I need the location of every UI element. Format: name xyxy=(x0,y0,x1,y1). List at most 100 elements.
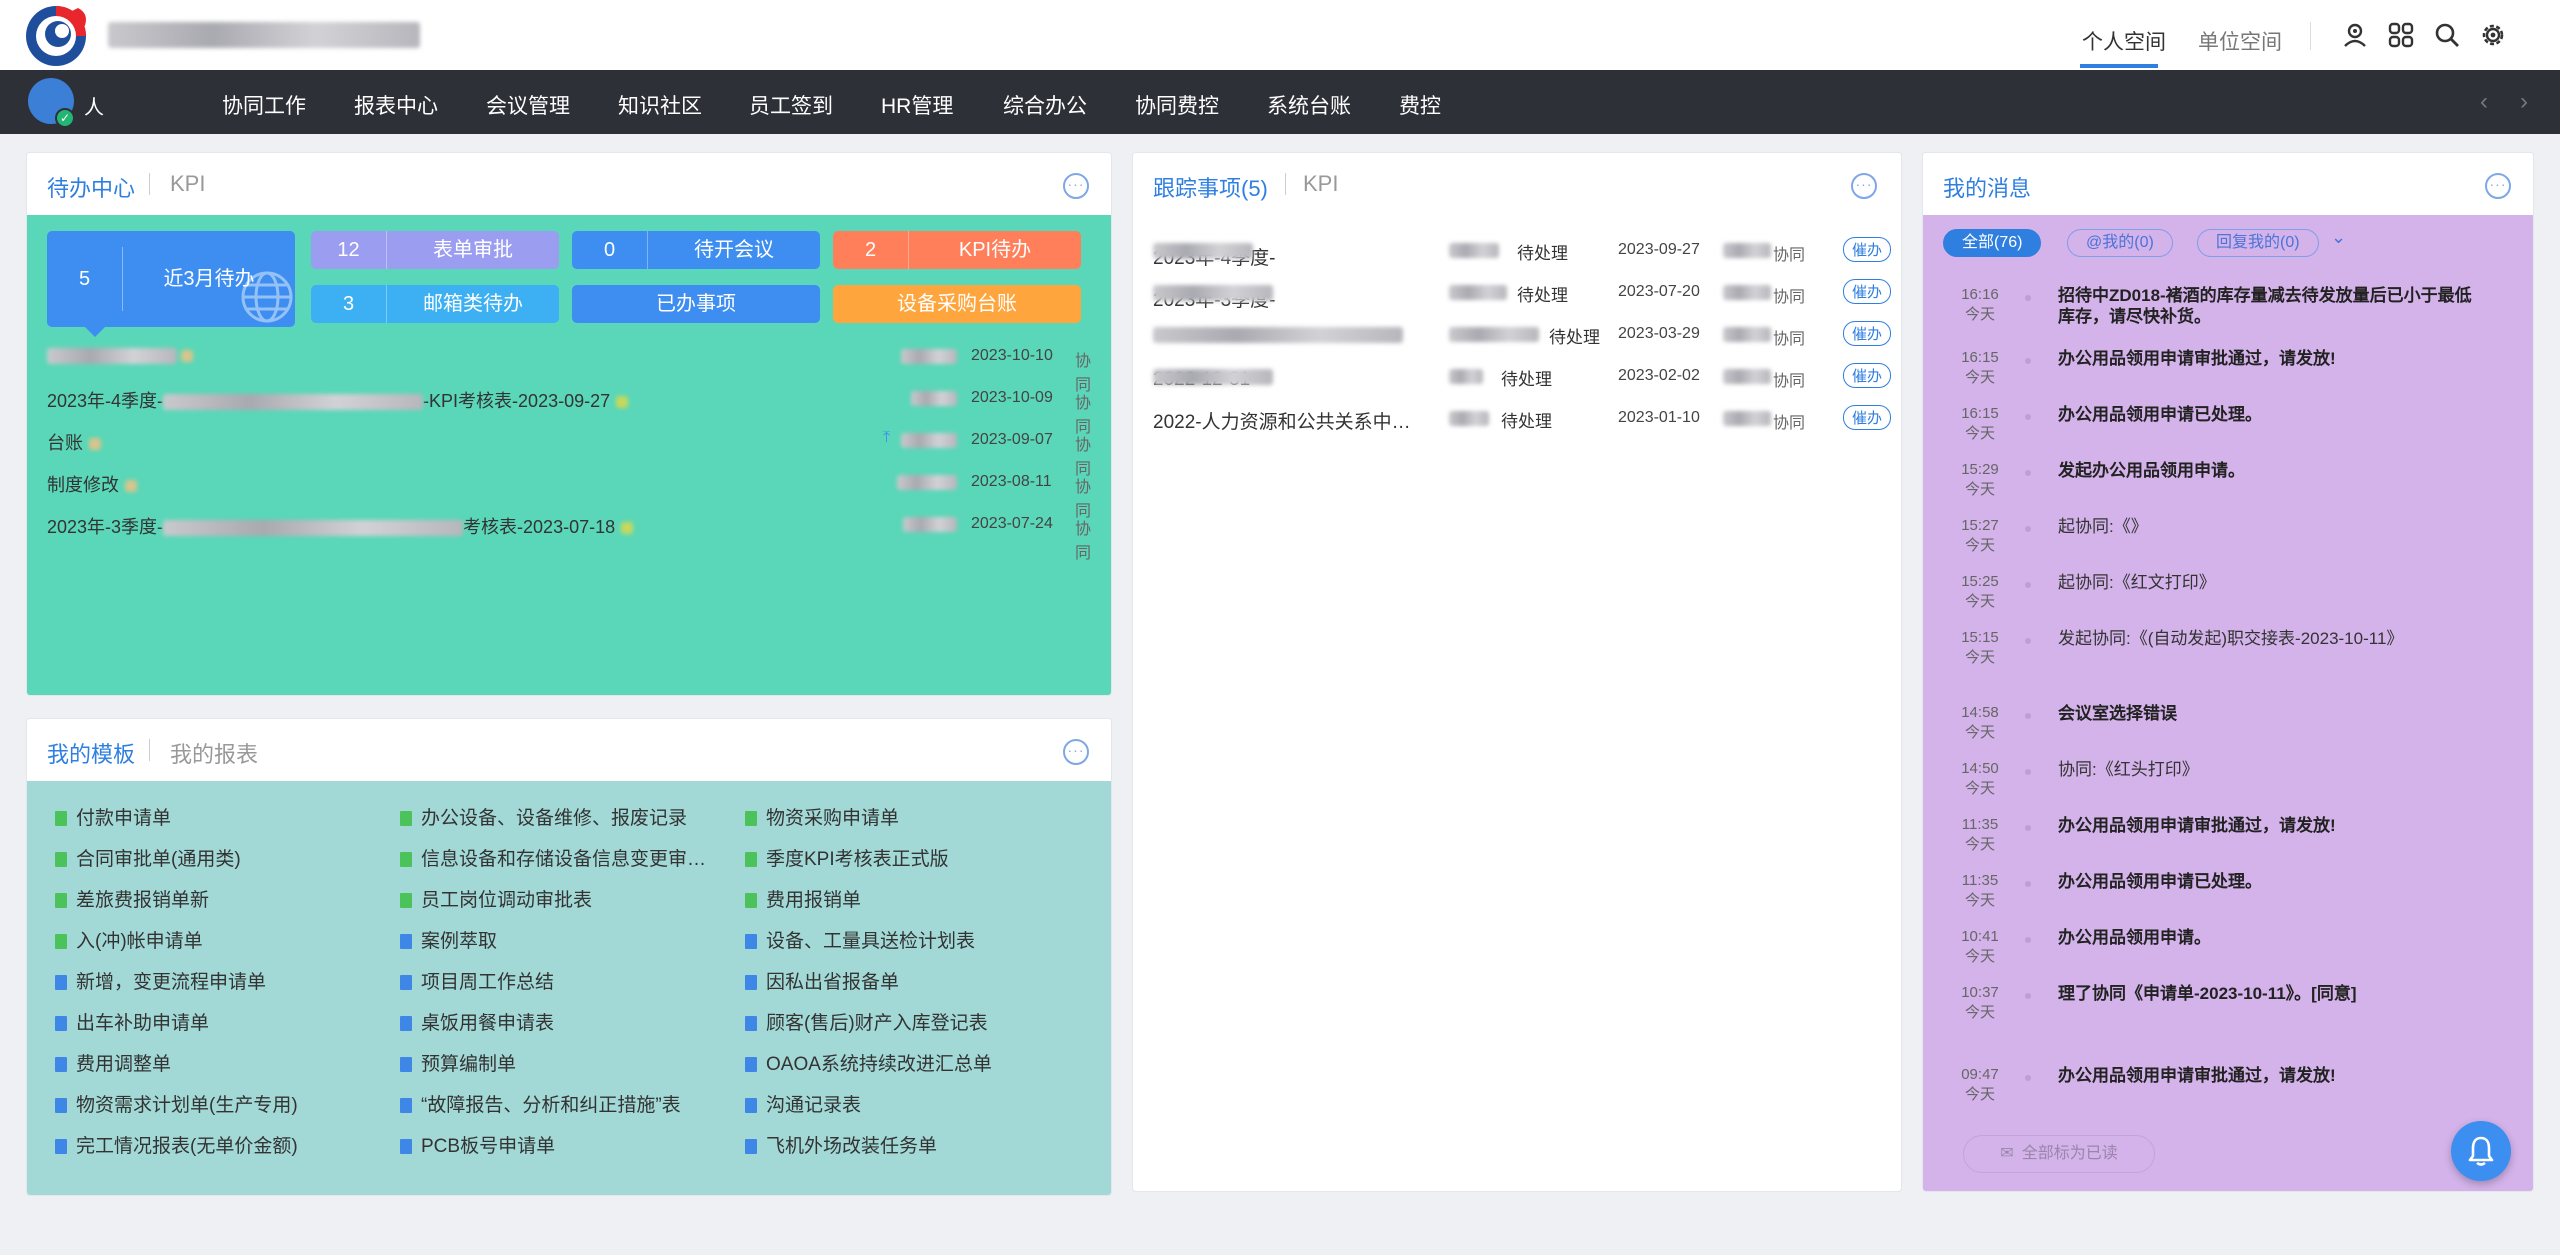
message-item[interactable]: 11:35 今天 办公用品领用申请审批通过，请发放! xyxy=(1943,815,2503,865)
template-item[interactable]: 差旅费报销单新 xyxy=(55,885,209,912)
template-item[interactable]: 顾客(售后)财产入库登记表 xyxy=(745,1008,988,1035)
template-item[interactable]: 项目周工作总结 xyxy=(400,967,554,994)
more-icon[interactable]: ··· xyxy=(1063,739,1089,765)
message-item[interactable]: 14:50 今天 协同:《红头打印》 xyxy=(1943,759,2503,809)
template-item[interactable]: 季度KPI考核表正式版 xyxy=(745,844,949,871)
tab-personal-space[interactable]: 个人空间 xyxy=(2082,26,2166,56)
more-icon[interactable]: ··· xyxy=(1851,173,1877,199)
chevron-right-icon[interactable]: › xyxy=(2520,88,2528,116)
message-item[interactable]: 15:29 今天 发起办公用品领用申请。 xyxy=(1943,460,2503,510)
nav-item-fee-control[interactable]: 费控 xyxy=(1399,90,1441,120)
tracking-row[interactable]: 2022-人力资源和公共关系中… 待处理 2023-01-10 协同 催办 xyxy=(1153,403,1901,433)
nav-item-collab[interactable]: 协同工作 xyxy=(222,90,306,120)
template-item[interactable]: 合同审批单(通用类) xyxy=(55,844,241,871)
done-items-tile[interactable]: 已办事项 xyxy=(572,285,820,323)
template-item[interactable]: 因私出省报备单 xyxy=(745,967,899,994)
message-item[interactable]: 16:16 今天 招待中ZD018-褚酒的库存量减去待发放量后已小于最低库存，请尽快… xyxy=(1943,285,2503,341)
mail-todo-tile[interactable]: 3 邮箱类待办 xyxy=(311,285,559,323)
template-item[interactable]: 案例萃取 xyxy=(400,926,497,953)
template-item[interactable]: 桌饭用餐申请表 xyxy=(400,1008,554,1035)
tracking-row[interactable]: 2023年-3季度- 待处理 2023-07-20 协同 催办 xyxy=(1153,277,1901,311)
template-item[interactable]: 预算编制单 xyxy=(400,1049,516,1076)
nav-item-expense-control[interactable]: 协同费控 xyxy=(1135,90,1219,120)
template-item[interactable]: 信息设备和存储设备信息变更审… xyxy=(400,844,706,871)
template-item[interactable]: 出车补助申请单 xyxy=(55,1008,209,1035)
tracking-row[interactable]: 待处理 2023-03-29 协同 催办 xyxy=(1153,319,1901,349)
tracking-row[interactable]: 2022-12-31- 待处理 2023-02-02 协同 催办 xyxy=(1153,361,1901,391)
form-approval-tile[interactable]: 12 表单审批 xyxy=(311,231,559,269)
urge-button[interactable]: 催办 xyxy=(1843,279,1892,304)
tab-todo-kpi[interactable]: KPI xyxy=(170,171,205,197)
tab-my-templates[interactable]: 我的模板 xyxy=(47,737,135,769)
apps-grid-icon[interactable] xyxy=(2386,20,2416,50)
template-item[interactable]: 沟通记录表 xyxy=(745,1090,861,1117)
online-check-icon: ✓ xyxy=(55,108,75,128)
template-item[interactable]: OAOA系统持续改进汇总单 xyxy=(745,1049,992,1076)
message-item[interactable]: 14:58 今天 会议室选择错误 xyxy=(1943,703,2503,753)
nav-item-report-center[interactable]: 报表中心 xyxy=(354,90,438,120)
message-item[interactable]: 16:15 今天 办公用品领用申请审批通过，请发放! xyxy=(1943,348,2503,398)
template-item[interactable]: 设备、工量具送检计划表 xyxy=(745,926,975,953)
urge-button[interactable]: 催办 xyxy=(1843,321,1892,346)
user-icon[interactable] xyxy=(2340,20,2370,50)
notification-bell-button[interactable] xyxy=(2451,1121,2511,1181)
equipment-purchase-ledger-tile[interactable]: 设备采购台账 xyxy=(833,285,1081,323)
tab-my-reports[interactable]: 我的报表 xyxy=(170,737,258,769)
message-item[interactable]: 10:37 今天 理了协同《申请单-2023-10-11》。[同意] xyxy=(1943,983,2503,1055)
message-item[interactable]: 15:27 今天 起协同:《》 xyxy=(1943,516,2503,566)
mark-all-read-button[interactable]: ✉ 全部标为已读 xyxy=(1963,1135,2155,1173)
nav-item-ledger[interactable]: 系统台账 xyxy=(1267,90,1351,120)
template-item[interactable]: 入(冲)帐申请单 xyxy=(55,926,203,953)
filter-all[interactable]: 全部(76) xyxy=(1943,229,2042,257)
more-icon[interactable]: ··· xyxy=(2485,173,2511,199)
template-item[interactable]: 员工岗位调动审批表 xyxy=(400,885,592,912)
message-item[interactable]: 15:25 今天 起协同:《红文打印》 xyxy=(1943,572,2503,622)
template-item[interactable]: 办公设备、设备维修、报废记录 xyxy=(400,803,687,830)
filter-mentions[interactable]: @我的(0) xyxy=(2067,229,2173,257)
template-item[interactable]: 物资需求计划单(生产专用) xyxy=(55,1090,298,1117)
template-item[interactable]: “故障报告、分析和纠正措施”表 xyxy=(400,1090,681,1117)
template-item[interactable]: PCB板号申请单 xyxy=(400,1131,555,1158)
template-item[interactable]: 付款申请单 xyxy=(55,803,171,830)
todo-row[interactable]: 2023-10-10 协同 xyxy=(47,341,1091,394)
message-item[interactable]: 16:15 今天 办公用品领用申请已处理。 xyxy=(1943,404,2503,454)
search-icon[interactable] xyxy=(2432,20,2462,50)
recent-todo-tile[interactable]: 5 近3月待办 xyxy=(47,231,295,337)
todo-row[interactable]: 台账 ⤒ 2023-09-07 协同 xyxy=(47,425,1091,478)
tab-tracking-kpi[interactable]: KPI xyxy=(1303,171,1338,197)
template-item[interactable]: 飞机外场改装任务单 xyxy=(745,1131,937,1158)
template-item[interactable]: 费用调整单 xyxy=(55,1049,171,1076)
template-item[interactable]: 完工情况报表(无单价金额) xyxy=(55,1131,298,1158)
template-item[interactable]: 费用报销单 xyxy=(745,885,861,912)
message-item[interactable]: 09:47 今天 办公用品领用申请审批通过，请发放! xyxy=(1943,1065,2503,1103)
nav-item-office[interactable]: 综合办公 xyxy=(1003,90,1087,120)
nav-item-meetings[interactable]: 会议管理 xyxy=(486,90,570,120)
message-item[interactable]: 15:15 今天 发起协同:《(自动发起)职交接表-2023-10-11》 xyxy=(1943,628,2503,694)
message-day: 今天 xyxy=(1964,593,1995,610)
urge-button[interactable]: 催办 xyxy=(1843,237,1892,262)
todo-row[interactable]: 2023年-4季度- -KPI考核表-2023-09-27 2023-10-09 … xyxy=(47,383,1091,436)
nav-item-hr[interactable]: HR管理 xyxy=(881,90,953,120)
message-item[interactable]: 10:41 今天 办公用品领用申请。 xyxy=(1943,927,2503,977)
tracking-row[interactable]: 2023年-4季度- 待处理 2023-09-27 协同 催办 xyxy=(1153,235,1901,269)
filter-replies[interactable]: 回复我的(0) xyxy=(2197,229,2319,257)
chevron-left-icon[interactable]: ‹ xyxy=(2480,88,2488,116)
message-item[interactable]: 11:35 今天 办公用品领用申请已处理。 xyxy=(1943,871,2503,921)
tab-todo-center[interactable]: 待办中心 xyxy=(47,171,135,203)
urge-button[interactable]: 催办 xyxy=(1843,405,1892,430)
tab-unit-space[interactable]: 单位空间 xyxy=(2198,26,2282,56)
kpi-todo-tile[interactable]: 2 KPI待办 xyxy=(833,231,1081,269)
chevron-down-icon[interactable]: ⌄ xyxy=(2331,227,2346,248)
template-item[interactable]: 物资采购申请单 xyxy=(745,803,899,830)
gear-icon[interactable] xyxy=(2478,20,2508,50)
template-item[interactable]: 新增，变更流程申请单 xyxy=(55,967,266,994)
todo-row[interactable]: 2023年-3季度- 考核表-2023-07-18 2023-07-24 协同 xyxy=(47,509,1091,562)
tab-tracking[interactable]: 跟踪事项(5) xyxy=(1153,171,1268,203)
todo-row[interactable]: 制度修改 2023-08-11 协同 xyxy=(47,467,1091,520)
nav-item-checkin[interactable]: 员工签到 xyxy=(749,90,833,120)
pending-meetings-tile[interactable]: 0 待开会议 xyxy=(572,231,820,269)
nav-item-knowledge[interactable]: 知识社区 xyxy=(618,90,702,120)
more-icon[interactable]: ··· xyxy=(1063,173,1089,199)
user-name[interactable]: 人 xyxy=(84,91,104,120)
urge-button[interactable]: 催办 xyxy=(1843,363,1892,388)
